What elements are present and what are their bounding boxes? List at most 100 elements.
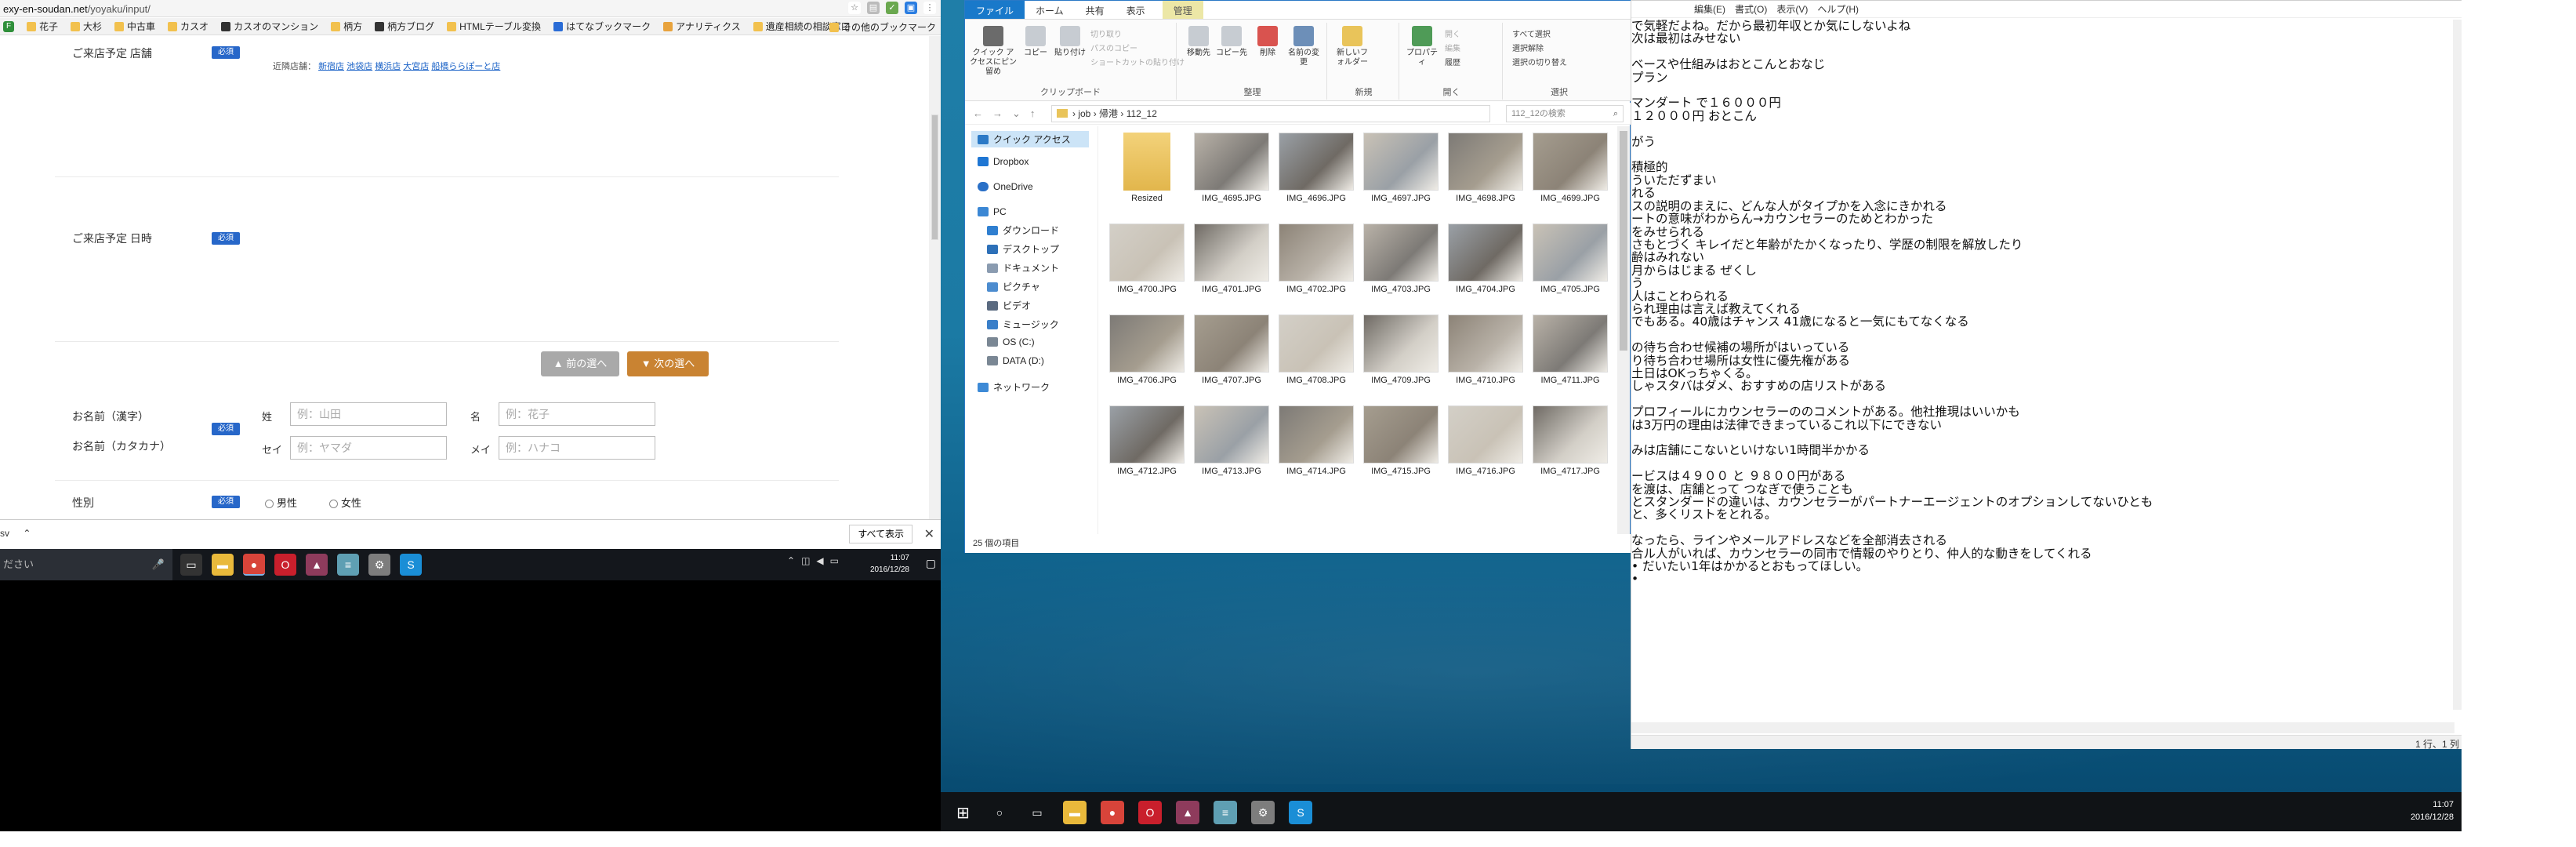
last-name-kanji-input[interactable] xyxy=(290,402,447,426)
bookmark-item[interactable]: 中古車 xyxy=(114,20,155,33)
file-item[interactable]: IMG_4712.JPG xyxy=(1106,405,1188,476)
history-button[interactable]: 履歴 xyxy=(1445,56,1460,67)
store-link-ikebukuro[interactable]: 池袋店 xyxy=(346,62,372,71)
file-item[interactable]: IMG_4716.JPG xyxy=(1445,405,1526,476)
file-item[interactable]: IMG_4695.JPG xyxy=(1191,133,1272,203)
store-link-shinjuku[interactable]: 新宿店 xyxy=(318,62,344,71)
gender-male-option[interactable]: 男性 xyxy=(265,495,297,510)
store-link-yokohama[interactable]: 横浜店 xyxy=(375,62,401,71)
bookmark-item[interactable]: 花子 xyxy=(27,20,58,33)
file-item[interactable]: IMG_4706.JPG xyxy=(1106,314,1188,385)
nav-documents[interactable]: ドキュメント xyxy=(987,261,1059,274)
prev-step-button[interactable]: ▲ 前の選へ xyxy=(541,351,619,376)
copy-path-button[interactable]: パスのコピー xyxy=(1090,42,1137,53)
file-item[interactable]: IMG_4705.JPG xyxy=(1529,224,1611,294)
file-item[interactable]: IMG_4715.JPG xyxy=(1360,405,1442,476)
rename-button[interactable]: 名前の変更 xyxy=(1286,26,1321,67)
first-name-kanji-input[interactable] xyxy=(499,402,655,426)
move-to-button[interactable]: 移動先 xyxy=(1183,26,1214,58)
cut-button[interactable]: 切り取り xyxy=(1090,27,1122,39)
address-bar[interactable]: exy-en-soudan.net/yoyaku/input/ ☆ ▤ ✓ ▣ … xyxy=(0,0,941,17)
menu-help[interactable]: ヘルプ(H) xyxy=(1817,1,1859,17)
chrome-icon[interactable]: ● xyxy=(243,554,265,576)
network-icon[interactable]: ◫ xyxy=(801,555,810,566)
file-item[interactable]: IMG_4710.JPG xyxy=(1445,314,1526,385)
notification-icon[interactable]: ▢ xyxy=(926,557,936,570)
last-name-kana-input[interactable] xyxy=(290,436,447,460)
menu-edit[interactable]: 編集(E) xyxy=(1694,1,1725,17)
nav-data-drive[interactable]: DATA (D:) xyxy=(987,355,1044,366)
store-link-funabashi[interactable]: 船橋ららぽーと店 xyxy=(431,62,500,71)
notepad-icon[interactable]: ≡ xyxy=(1214,801,1237,824)
file-item[interactable]: IMG_4696.JPG xyxy=(1275,133,1357,203)
scrollbar-thumb[interactable] xyxy=(931,115,938,240)
menu-format[interactable]: 書式(O) xyxy=(1735,1,1767,17)
windows-start-icon[interactable]: ⊞ xyxy=(956,803,970,823)
battery-icon[interactable]: ▭ xyxy=(830,555,839,566)
file-item[interactable]: IMG_4713.JPG xyxy=(1191,405,1272,476)
settings-gear-icon[interactable]: ⚙ xyxy=(1251,801,1275,824)
nav-desktop[interactable]: デスクトップ xyxy=(987,242,1059,256)
select-none-button[interactable]: 選択解除 xyxy=(1512,42,1544,53)
nav-onedrive[interactable]: OneDrive xyxy=(978,181,1033,192)
skype-icon[interactable]: S xyxy=(400,554,422,576)
bookmark-item[interactable]: はてなブックマーク xyxy=(553,20,651,33)
bookmark-item[interactable]: 大杉 xyxy=(71,20,102,33)
tab-view[interactable]: 表示 xyxy=(1116,1,1156,19)
microphone-icon[interactable]: 🎤 xyxy=(152,549,165,580)
pin-quick-access-button[interactable]: クイック アクセスにピン留め xyxy=(970,26,1017,77)
chrome-icon[interactable]: ● xyxy=(1101,801,1124,824)
edit-button[interactable]: 編集 xyxy=(1445,42,1460,53)
select-all-button[interactable]: すべて選択 xyxy=(1512,27,1551,39)
close-icon[interactable]: ✕ xyxy=(924,526,934,542)
bookmark-item[interactable]: カスオ xyxy=(168,20,209,33)
star-icon[interactable]: ☆ xyxy=(848,2,861,14)
first-name-kana-input[interactable] xyxy=(499,436,655,460)
file-item[interactable]: IMG_4697.JPG xyxy=(1360,133,1442,203)
file-item[interactable]: IMG_4703.JPG xyxy=(1360,224,1442,294)
menu-view[interactable]: 表示(V) xyxy=(1776,1,1808,17)
paste-button[interactable]: 貼り付け xyxy=(1053,26,1087,58)
explorer-search-box[interactable]: 112_12の検索 ⌕ xyxy=(1506,105,1624,122)
volume-icon[interactable]: ◀ xyxy=(816,555,823,566)
up-arrow-icon[interactable]: ↑ xyxy=(1030,107,1036,120)
opera-icon[interactable]: O xyxy=(1138,801,1162,824)
notepad-icon[interactable]: ≡ xyxy=(337,554,359,576)
file-item[interactable]: IMG_4711.JPG xyxy=(1529,314,1611,385)
chevron-up-icon[interactable]: ⌃ xyxy=(23,528,31,539)
tab-home[interactable]: ホーム xyxy=(1025,1,1075,19)
task-view-icon[interactable]: ▭ xyxy=(180,554,202,576)
invert-selection-button[interactable]: 選択の切り替え xyxy=(1512,56,1567,67)
file-item[interactable]: IMG_4709.JPG xyxy=(1360,314,1442,385)
notepad-vertical-scrollbar[interactable] xyxy=(2453,20,2462,710)
bookmark-item[interactable]: カスオのマンション xyxy=(221,20,318,33)
app-f-icon[interactable]: F xyxy=(3,20,14,32)
nav-pc[interactable]: PC xyxy=(978,206,1007,217)
bookmark-item[interactable]: 柄方 xyxy=(331,20,362,33)
tab-file[interactable]: ファイル xyxy=(965,1,1025,19)
open-button[interactable]: 開く xyxy=(1445,27,1460,39)
bookmark-item[interactable]: HTMLテーブル変換 xyxy=(447,20,541,33)
notepad-horizontal-scrollbar[interactable] xyxy=(1631,722,2454,733)
nav-quick-access[interactable]: クイック アクセス xyxy=(971,131,1089,147)
file-item[interactable]: IMG_4699.JPG xyxy=(1529,133,1611,203)
image-editor-icon[interactable]: ▲ xyxy=(1176,801,1199,824)
settings-gear-icon[interactable]: ⚙ xyxy=(368,554,390,576)
nav-videos[interactable]: ビデオ xyxy=(987,299,1031,312)
extension-blue-icon[interactable]: ▣ xyxy=(905,2,917,14)
nav-downloads[interactable]: ダウンロード xyxy=(987,224,1059,237)
nav-network[interactable]: ネットワーク xyxy=(978,380,1050,394)
taskbar-clock[interactable]: 11:07 2016/12/28 xyxy=(2411,798,2454,823)
url-text[interactable]: exy-en-soudan.net/yoyaku/input/ xyxy=(3,3,151,15)
back-arrow-icon[interactable]: ← xyxy=(973,107,983,120)
extension-green-icon[interactable]: ✓ xyxy=(886,2,898,14)
cortana-icon[interactable]: ○ xyxy=(988,801,1011,824)
file-item[interactable]: IMG_4702.JPG xyxy=(1275,224,1357,294)
taskbar-clock[interactable]: 11:07 2016/12/28 xyxy=(870,552,909,576)
nav-pictures[interactable]: ピクチャ xyxy=(987,280,1040,293)
show-all-downloads-button[interactable]: すべて表示 xyxy=(849,525,912,543)
folder-item[interactable]: Resized xyxy=(1106,133,1188,203)
explorer-scrollbar[interactable] xyxy=(1617,126,1630,534)
nav-os-drive[interactable]: OS (C:) xyxy=(987,336,1035,347)
recent-chevron-icon[interactable]: ⌄ xyxy=(1012,107,1021,120)
